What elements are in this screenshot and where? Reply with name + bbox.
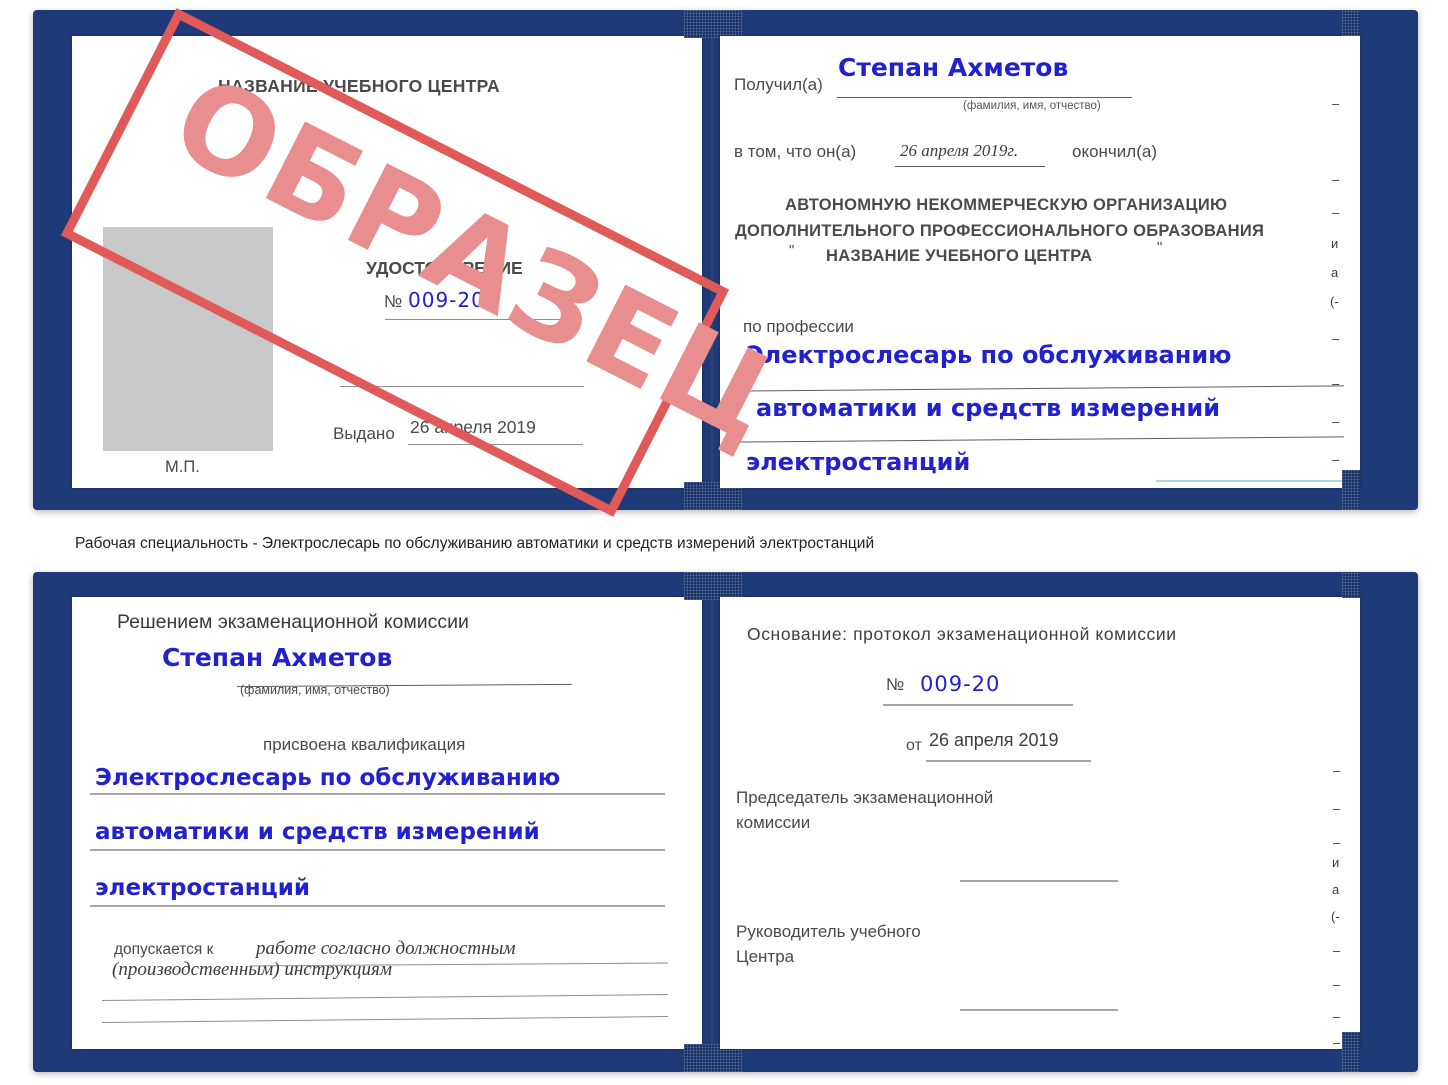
top-certificate-spine: [711, 36, 713, 488]
bottom-left-fio-hint: (фамилия, имя, отчество): [240, 683, 390, 697]
top-left-header: НАЗВАНИЕ УЧЕБНОГО ЦЕНТРА: [218, 76, 500, 96]
bottom-right-date-value: 26 апреля 2019: [929, 730, 1059, 750]
qualification-label: присвоена квалификация: [263, 735, 466, 754]
top-left-issued-label: Выдано: [333, 424, 395, 443]
bottom-edge-fragment-6: –: [1333, 943, 1341, 958]
edge-fragment-4: а: [1331, 265, 1339, 280]
edge-fragment-0: –: [1332, 96, 1340, 111]
bottom-right-date-rule: [926, 760, 1091, 762]
bottom-edge-fragment-0: –: [1333, 763, 1341, 778]
edge-fragment-6: –: [1332, 331, 1340, 346]
bottom-left-heading: Решением экзаменационной комиссии: [117, 611, 469, 633]
org-quote-open: ": [789, 242, 795, 259]
admitted-value-line-2: (производственным) инструкциям: [112, 959, 392, 980]
received-label: Получил(а): [734, 75, 823, 94]
top-left-title: УДОСТОВЕРЕНИЕ: [366, 258, 523, 278]
that-he-rule: [895, 166, 1045, 167]
top-cover-corner-br: [1342, 470, 1360, 510]
bottom-right-number-label: №: [886, 675, 905, 694]
profession-line-3: электростанций: [746, 448, 971, 476]
top-spine-notch-upper: [684, 10, 742, 38]
photo-placeholder: [103, 227, 273, 451]
top-cover-corner-tr: [1342, 10, 1360, 36]
admitted-rule-3: [102, 1016, 668, 1023]
bottom-left-name: Степан Ахметов: [162, 643, 393, 672]
head-line-1: Руководитель учебного: [736, 922, 921, 941]
edge-fragment-8: –: [1332, 414, 1340, 429]
edge-fragment-7: –: [1332, 376, 1340, 391]
bottom-edge-fragment-3: и: [1332, 855, 1340, 870]
chairman-line-2: комиссии: [736, 813, 811, 832]
org-name: НАЗВАНИЕ УЧЕБНОГО ЦЕНТРА: [826, 247, 1093, 265]
qualification-rule-1: [90, 793, 665, 795]
top-left-number-value: 009-20: [408, 288, 485, 312]
profession-line-1: Электрослесарь по обслуживанию: [746, 341, 1232, 369]
that-he-value: 26 апреля 2019г.: [900, 141, 1019, 160]
basis-label: Основание: протокол экзаменационной коми…: [747, 624, 1177, 644]
profession-rule-1: [730, 385, 1344, 392]
that-he-label: в том, что он(а): [734, 142, 857, 161]
bottom-edge-fragment-8: –: [1333, 1009, 1341, 1024]
caption-text: Рабочая специальность - Электрослесарь п…: [75, 535, 875, 552]
top-left-issued-rule: [408, 444, 583, 445]
edge-fragment-1: –: [1332, 172, 1340, 187]
edge-fragment-2: –: [1332, 205, 1340, 220]
bottom-edge-fragment-1: –: [1333, 801, 1341, 816]
bottom-right-date-label: от: [906, 737, 922, 754]
qualification-line-3: электростанций: [95, 875, 310, 901]
top-left-number-rule: [385, 319, 582, 320]
graduated-label: окончил(а): [1072, 142, 1157, 161]
bottom-edge-fragment-9: –: [1333, 1035, 1341, 1050]
edge-fragment-9: –: [1332, 452, 1340, 467]
chairman-signature-rule: [960, 880, 1118, 882]
chairman-line-1: Председатель экзаменационной: [736, 788, 994, 807]
qualification-rule-3: [90, 905, 665, 907]
bottom-edge-fragment-5: (-: [1331, 909, 1340, 924]
qualification-rule-2: [90, 849, 665, 851]
bottom-edge-fragment-2: –: [1333, 835, 1341, 850]
top-left-number-label: №: [384, 292, 403, 311]
head-signature-rule: [960, 1009, 1118, 1011]
profession-rule-2: [730, 436, 1344, 443]
edge-fragment-5: (-: [1330, 294, 1339, 309]
teal-bleed-line: [1156, 480, 1346, 482]
org-line-1: АВТОНОМНУЮ НЕКОММЕРЧЕСКУЮ ОРГАНИЗАЦИЮ: [785, 196, 1228, 214]
top-left-seal-label: М.П.: [165, 458, 200, 476]
bottom-certificate-spine: [711, 597, 713, 1049]
fio-hint-top: (фамилия, имя, отчество): [963, 100, 1101, 112]
top-certificate-right-page: Получил(а) Степан Ахметов (фамилия, имя,…: [720, 36, 1360, 488]
bottom-cover-corner-tr: [1342, 572, 1360, 598]
bottom-right-number-value: 009-20: [920, 672, 1001, 696]
bottom-certificate-left-page: Решением экзаменационной комиссии Степан…: [72, 597, 702, 1049]
admitted-rule-2: [102, 994, 668, 1001]
head-line-2: Центра: [736, 947, 795, 966]
top-left-issued-value: 26 апреля 2019: [410, 417, 536, 437]
qualification-line-1: Электрослесарь по обслуживанию: [95, 765, 561, 791]
bottom-certificate-right-page: Основание: протокол экзаменационной коми…: [720, 597, 1360, 1050]
org-line-2: ДОПОЛНИТЕЛЬНОГО ПРОФЕССИОНАЛЬНОГО ОБРАЗО…: [735, 222, 1265, 240]
bottom-edge-fragment-7: –: [1333, 977, 1341, 992]
received-value: Степан Ахметов: [838, 53, 1069, 82]
bottom-cover-corner-br: [1342, 1032, 1360, 1072]
top-certificate-left-page: НАЗВАНИЕ УЧЕБНОГО ЦЕНТРА УДОСТОВЕРЕНИЕ №…: [72, 36, 702, 488]
profession-line-2: автоматики и средств измерений: [756, 394, 1221, 422]
org-quote-close: ": [1157, 239, 1163, 256]
qualification-line-2: автоматики и средств измерений: [95, 819, 540, 845]
bottom-right-number-rule: [883, 704, 1073, 706]
bottom-edge-fragment-4: а: [1332, 882, 1340, 897]
bottom-spine-notch-upper: [684, 572, 742, 600]
edge-fragment-3: и: [1331, 236, 1339, 251]
top-left-blank-rule: [340, 386, 584, 387]
admitted-label: допускается к: [114, 941, 214, 958]
profession-label: по профессии: [743, 317, 854, 336]
admitted-value-line-1: работе согласно должностным: [256, 938, 516, 959]
received-rule: [837, 97, 1132, 98]
